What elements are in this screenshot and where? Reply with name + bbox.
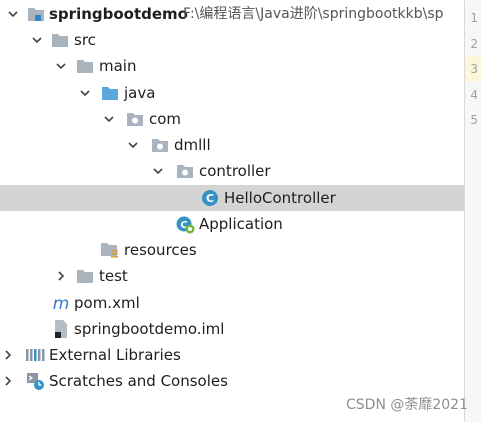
file-node-pom-xml[interactable]: m pom.xml	[0, 290, 464, 316]
tree-node-label: main	[99, 57, 137, 75]
package-icon	[125, 106, 145, 132]
chevron-right-icon[interactable]	[54, 263, 68, 289]
project-path-label: F:\编程语言\Java进阶\springbootkkb\sp	[183, 6, 444, 22]
tree-node-label: controller	[199, 162, 271, 180]
class-node-hellocontroller[interactable]: C HelloController	[0, 185, 464, 211]
tree-node-label: HelloController	[224, 189, 336, 207]
chevron-right-icon[interactable]	[1, 368, 15, 394]
line-number: 1	[470, 11, 478, 25]
spring-boot-app-icon: C	[175, 211, 195, 237]
chevron-down-icon[interactable]	[6, 1, 20, 27]
tree-node-label: dmlll	[174, 136, 211, 154]
maven-icon: m	[51, 290, 71, 316]
chevron-down-icon[interactable]	[78, 80, 92, 106]
svg-text:m: m	[53, 294, 70, 313]
line-number: 2	[470, 37, 478, 51]
tree-node-label: Application	[199, 215, 283, 233]
resources-folder-icon	[100, 237, 120, 263]
libraries-icon	[25, 342, 45, 368]
folder-node-main[interactable]: main	[0, 53, 464, 79]
package-node-dmlll[interactable]: dmlll	[0, 132, 464, 158]
chevron-down-icon[interactable]	[30, 27, 44, 53]
node-external-libraries[interactable]: External Libraries	[0, 342, 464, 368]
tree-node-label: Scratches and Consoles	[49, 372, 228, 390]
folder-icon	[75, 53, 95, 79]
editor-line-gutter: 1 2 3 4 5	[464, 0, 481, 422]
tree-node-label: java	[124, 84, 156, 102]
line-number: 4	[470, 88, 478, 102]
package-icon	[175, 158, 195, 184]
tree-node-label: resources	[124, 241, 197, 259]
java-class-icon: C	[200, 185, 220, 211]
tree-node-label: External Libraries	[49, 346, 181, 364]
package-icon	[150, 132, 170, 158]
folder-node-src[interactable]: src	[0, 27, 464, 53]
tree-node-label: src	[74, 31, 96, 49]
tree-node-label: com	[149, 110, 182, 128]
chevron-down-icon[interactable]	[151, 158, 165, 184]
csdn-watermark: CSDN @荼靡2021	[346, 397, 468, 413]
line-number: 5	[470, 113, 478, 127]
folder-node-test[interactable]: test	[0, 263, 464, 289]
tree-node-label: pom.xml	[74, 294, 140, 312]
project-tree: springbootdemo F:\编程语言\Java进阶\springboot…	[0, 0, 464, 422]
project-name-label: springbootdemo	[49, 5, 188, 23]
svg-text:C: C	[206, 192, 214, 205]
folder-node-resources[interactable]: resources	[0, 237, 464, 263]
package-node-com[interactable]: com	[0, 106, 464, 132]
class-node-application[interactable]: C Application	[0, 211, 464, 237]
tree-node-label: test	[99, 267, 128, 285]
package-node-controller[interactable]: controller	[0, 158, 464, 184]
line-number-current: 3	[465, 56, 481, 82]
scratches-icon	[25, 368, 45, 394]
folder-icon	[50, 27, 70, 53]
project-node-springbootdemo[interactable]: springbootdemo F:\编程语言\Java进阶\springboot…	[0, 1, 464, 27]
chevron-right-icon[interactable]	[1, 342, 15, 368]
node-scratches-and-consoles[interactable]: Scratches and Consoles	[0, 368, 464, 394]
folder-node-java[interactable]: java	[0, 80, 464, 106]
tree-node-label: springbootdemo.iml	[74, 320, 225, 338]
file-node-springbootdemo-iml[interactable]: springbootdemo.iml	[0, 316, 464, 342]
chevron-down-icon[interactable]	[126, 132, 140, 158]
iml-file-icon	[51, 316, 71, 342]
folder-icon	[75, 263, 95, 289]
source-folder-icon	[100, 80, 120, 106]
chevron-down-icon[interactable]	[54, 53, 68, 79]
project-folder-icon	[26, 1, 46, 27]
chevron-down-icon[interactable]	[102, 106, 116, 132]
